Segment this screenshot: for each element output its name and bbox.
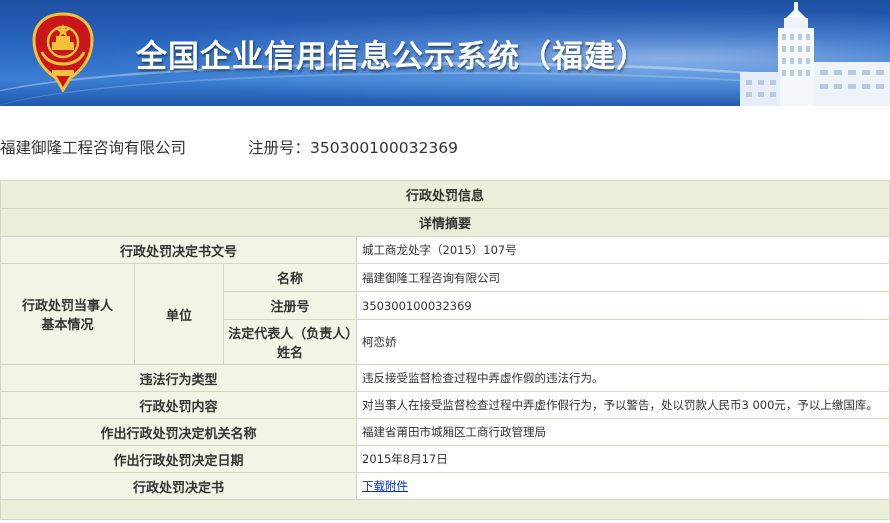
table-footer-bar — [0, 499, 890, 520]
authority-value: 福建省莆田市城厢区工商行政管理局 — [355, 418, 890, 446]
penalty-content-value: 对当事人在接受监督检查过程中弄虚作假行为，予以警告，处以罚款人民币3 000元，… — [355, 391, 890, 419]
decision-date-value: 2015年8月17日 — [355, 445, 890, 473]
site-banner: 全国企业信用信息公示系统（福建） — [0, 0, 890, 106]
penalty-content-label: 行政处罚内容 — [0, 391, 357, 419]
name-label: 名称 — [223, 263, 357, 292]
site-title: 全国企业信用信息公示系统（福建） — [136, 39, 648, 75]
table-subtitle: 详情摘要 — [0, 208, 890, 237]
decision-date-label: 作出行政处罚决定日期 — [0, 445, 357, 473]
reg-number-value: 350300100032369 — [355, 291, 890, 320]
decision-document-label: 行政处罚决定书 — [0, 472, 357, 500]
violation-type-label: 违法行为类型 — [0, 364, 357, 392]
legal-rep-value: 柯恋娇 — [355, 319, 890, 365]
national-emblem-icon — [32, 12, 94, 92]
registration-value: 350300100032369 — [310, 139, 458, 157]
party-info-label: 行政处罚当事人基本情况 — [0, 263, 135, 365]
table-title: 行政处罚信息 — [0, 180, 890, 209]
legal-rep-label: 法定代表人（负责人）姓名 — [223, 319, 357, 365]
registration-label: 注册号： — [248, 139, 311, 157]
company-name: 福建御隆工程咨询有限公司 — [0, 139, 187, 157]
download-attachment-link[interactable]: 下载附件 — [362, 479, 408, 493]
name-value: 福建御隆工程咨询有限公司 — [355, 263, 890, 292]
violation-type-value: 违反接受监督检查过程中弄虚作假的违法行为。 — [355, 364, 890, 392]
building-skyline-icon — [740, 2, 890, 106]
decision-document-cell: 下载附件 — [355, 472, 890, 500]
decision-number-value: 城工商龙处字（2015）107号 — [355, 236, 890, 264]
unit-label: 单位 — [134, 263, 224, 365]
registration-number: 注册号：350300100032369 — [248, 136, 458, 158]
decision-number-label: 行政处罚决定书文号 — [0, 236, 357, 264]
reg-number-label: 注册号 — [223, 291, 357, 320]
authority-label: 作出行政处罚决定机关名称 — [0, 418, 357, 446]
penalty-detail-table: 行政处罚信息 详情摘要 行政处罚决定书文号 城工商龙处字（2015）107号 行… — [0, 180, 890, 520]
